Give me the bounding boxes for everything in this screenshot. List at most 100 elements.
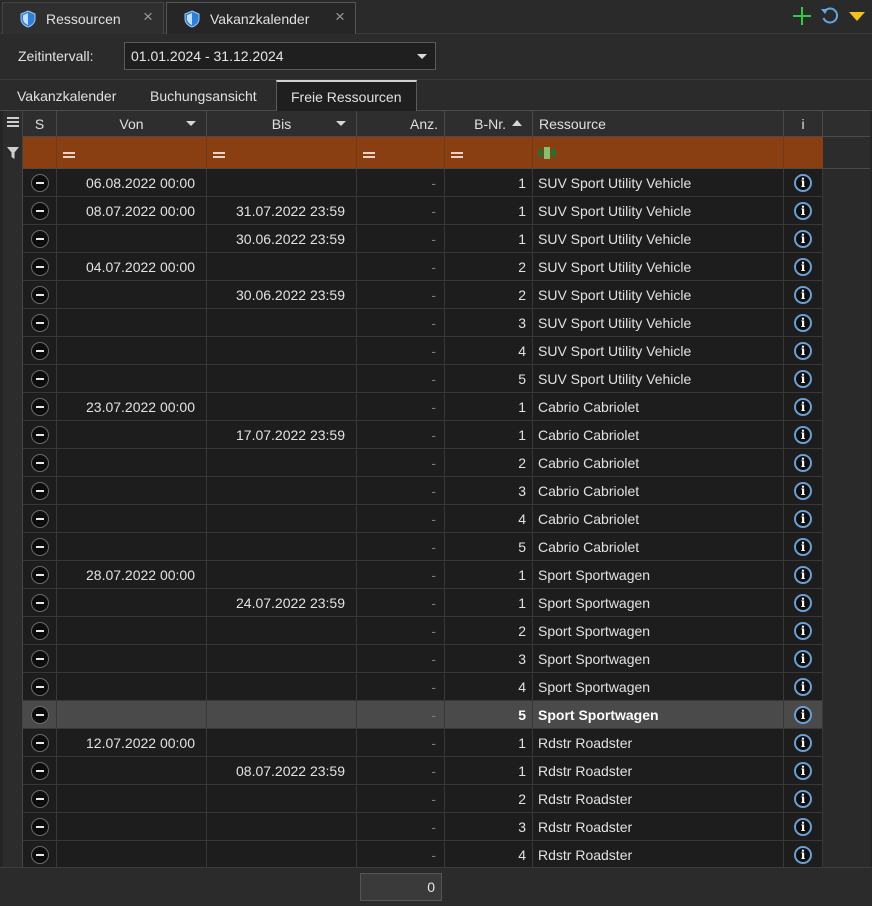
filter-dropdown-icon[interactable] bbox=[186, 121, 196, 126]
table-row[interactable]: -5 Cabrio Cabriolet i bbox=[23, 533, 870, 561]
info-icon[interactable]: i bbox=[794, 818, 812, 836]
cell-info[interactable]: i bbox=[784, 225, 823, 253]
info-icon[interactable]: i bbox=[794, 706, 812, 724]
table-row[interactable]: 04.07.2022 00:00 -2 SUV Sport Utility Vehi… bbox=[23, 253, 870, 281]
info-icon[interactable]: i bbox=[794, 790, 812, 808]
minus-circle-icon[interactable] bbox=[31, 678, 49, 696]
minus-circle-icon[interactable] bbox=[31, 510, 49, 528]
table-row[interactable]: -3 Rdstr Roadster i bbox=[23, 813, 870, 841]
close-icon[interactable]: × bbox=[333, 8, 347, 25]
table-row[interactable]: 30.06.2022 23:59-2 SUV Sport Utility Vehi… bbox=[23, 281, 870, 309]
cell-info[interactable]: i bbox=[784, 701, 823, 729]
status-cell[interactable] bbox=[23, 281, 57, 309]
table-row[interactable]: 24.07.2022 23:59-1 Sport Sportwagen i bbox=[23, 589, 870, 617]
cell-info[interactable]: i bbox=[784, 757, 823, 785]
cell-info[interactable]: i bbox=[784, 477, 823, 505]
minus-circle-icon[interactable] bbox=[31, 202, 49, 220]
info-icon[interactable]: i bbox=[794, 202, 812, 220]
info-icon[interactable]: i bbox=[794, 286, 812, 304]
status-cell[interactable] bbox=[23, 701, 57, 729]
minus-circle-icon[interactable] bbox=[31, 706, 49, 724]
table-row[interactable]: 08.07.2022 00:00 31.07.2022 23:59-1 SUV Sp… bbox=[23, 197, 870, 225]
info-icon[interactable]: i bbox=[794, 734, 812, 752]
info-icon[interactable]: i bbox=[794, 650, 812, 668]
status-cell[interactable] bbox=[23, 729, 57, 757]
info-icon[interactable]: i bbox=[794, 846, 812, 864]
cell-info[interactable]: i bbox=[784, 169, 823, 197]
info-icon[interactable]: i bbox=[794, 426, 812, 444]
column-chooser-icon[interactable] bbox=[7, 117, 19, 127]
status-cell[interactable] bbox=[23, 337, 57, 365]
minus-circle-icon[interactable] bbox=[31, 314, 49, 332]
status-cell[interactable] bbox=[23, 449, 57, 477]
status-cell[interactable] bbox=[23, 477, 57, 505]
minus-circle-icon[interactable] bbox=[31, 398, 49, 416]
info-icon[interactable]: i bbox=[794, 258, 812, 276]
table-row[interactable]: 23.07.2022 00:00 -1 Cabrio Cabriolet i bbox=[23, 393, 870, 421]
status-cell[interactable] bbox=[23, 533, 57, 561]
status-cell[interactable] bbox=[23, 561, 57, 589]
doc-tab-vakanzkalender[interactable]: Vakanzkalender × bbox=[166, 2, 356, 34]
info-icon[interactable]: i bbox=[794, 314, 812, 332]
filter-cell-bis[interactable] bbox=[207, 137, 357, 169]
filter-cell-s[interactable] bbox=[23, 137, 57, 169]
cell-info[interactable]: i bbox=[784, 449, 823, 477]
close-icon[interactable]: × bbox=[141, 8, 155, 25]
minus-circle-icon[interactable] bbox=[31, 426, 49, 444]
info-icon[interactable]: i bbox=[794, 566, 812, 584]
info-icon[interactable]: i bbox=[794, 230, 812, 248]
status-cell[interactable] bbox=[23, 393, 57, 421]
cell-info[interactable]: i bbox=[784, 729, 823, 757]
status-cell[interactable] bbox=[23, 589, 57, 617]
minus-circle-icon[interactable] bbox=[31, 594, 49, 612]
filter-cell-info[interactable] bbox=[784, 137, 823, 169]
column-header-bnr[interactable]: B-Nr. bbox=[445, 111, 533, 137]
column-header-bis[interactable]: Bis bbox=[207, 111, 357, 137]
info-icon[interactable]: i bbox=[794, 762, 812, 780]
minus-circle-icon[interactable] bbox=[31, 846, 49, 864]
table-row[interactable]: 30.06.2022 23:59-1 SUV Sport Utility Vehi… bbox=[23, 225, 870, 253]
cell-info[interactable]: i bbox=[784, 281, 823, 309]
minus-circle-icon[interactable] bbox=[31, 370, 49, 388]
minus-circle-icon[interactable] bbox=[31, 174, 49, 192]
status-cell[interactable] bbox=[23, 645, 57, 673]
status-cell[interactable] bbox=[23, 365, 57, 393]
refresh-icon[interactable] bbox=[820, 6, 840, 26]
table-row[interactable]: -4 Rdstr Roadster i bbox=[23, 841, 870, 867]
minus-circle-icon[interactable] bbox=[31, 762, 49, 780]
minus-circle-icon[interactable] bbox=[31, 538, 49, 556]
cell-info[interactable]: i bbox=[784, 253, 823, 281]
cell-info[interactable]: i bbox=[784, 617, 823, 645]
filter-cell-ressource[interactable] bbox=[533, 137, 784, 169]
minus-circle-icon[interactable] bbox=[31, 454, 49, 472]
status-cell[interactable] bbox=[23, 841, 57, 867]
table-row[interactable]: 06.08.2022 00:00 -1 SUV Sport Utility Vehi… bbox=[23, 169, 870, 197]
status-cell[interactable] bbox=[23, 813, 57, 841]
minus-circle-icon[interactable] bbox=[31, 230, 49, 248]
status-cell[interactable] bbox=[23, 505, 57, 533]
info-icon[interactable]: i bbox=[794, 174, 812, 192]
cell-info[interactable]: i bbox=[784, 785, 823, 813]
cell-info[interactable]: i bbox=[784, 421, 823, 449]
cell-info[interactable]: i bbox=[784, 393, 823, 421]
cell-info[interactable]: i bbox=[784, 365, 823, 393]
status-cell[interactable] bbox=[23, 169, 57, 197]
table-row[interactable]: -5 SUV Sport Utility Vehicle i bbox=[23, 365, 870, 393]
cell-info[interactable]: i bbox=[784, 561, 823, 589]
info-icon[interactable]: i bbox=[794, 454, 812, 472]
status-cell[interactable] bbox=[23, 673, 57, 701]
minus-circle-icon[interactable] bbox=[31, 818, 49, 836]
minus-circle-icon[interactable] bbox=[31, 734, 49, 752]
status-cell[interactable] bbox=[23, 197, 57, 225]
doc-tab-ressourcen[interactable]: Ressourcen × bbox=[2, 2, 164, 34]
add-icon[interactable] bbox=[792, 6, 812, 26]
cell-info[interactable]: i bbox=[784, 645, 823, 673]
minus-circle-icon[interactable] bbox=[31, 566, 49, 584]
tab-buchungsansicht[interactable]: Buchungsansicht bbox=[136, 80, 271, 111]
table-row[interactable]: -2 Rdstr Roadster i bbox=[23, 785, 870, 813]
table-row[interactable]: -3 Sport Sportwagen i bbox=[23, 645, 870, 673]
table-row[interactable]: 12.07.2022 00:00 -1 Rdstr Roadster i bbox=[23, 729, 870, 757]
info-icon[interactable]: i bbox=[794, 370, 812, 388]
info-icon[interactable]: i bbox=[794, 594, 812, 612]
column-header-von[interactable]: Von bbox=[57, 111, 207, 137]
